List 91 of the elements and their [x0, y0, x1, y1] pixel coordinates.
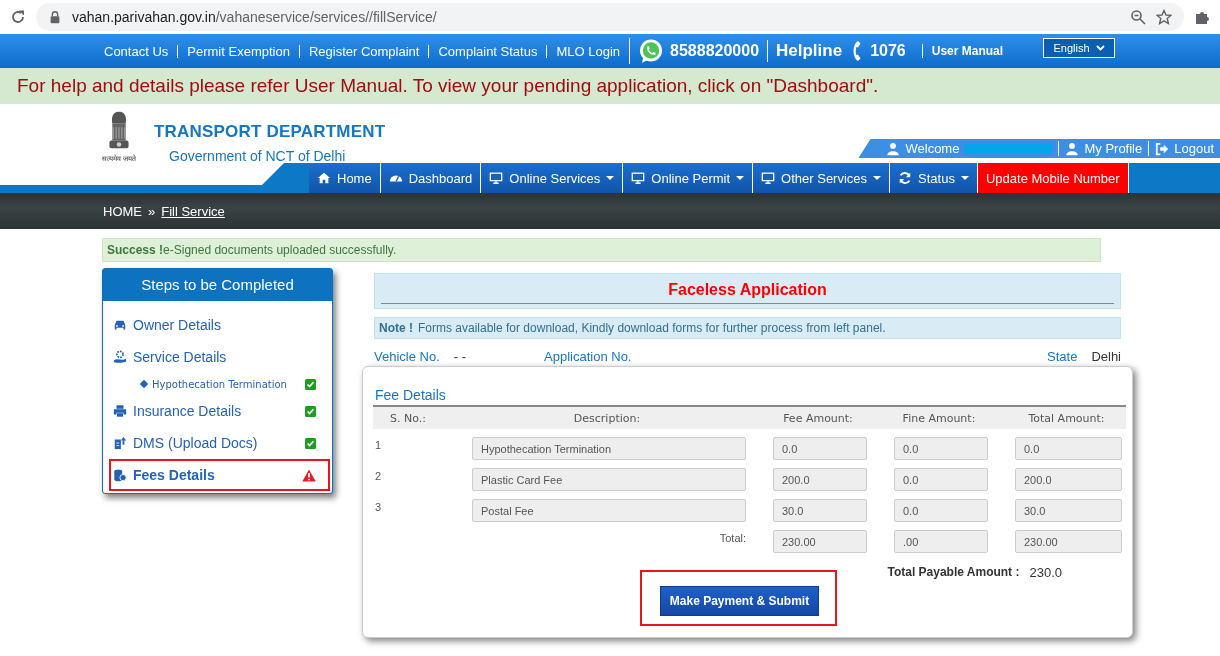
nav-item[interactable]: Home [309, 163, 381, 193]
fine-field[interactable]: 0.0 [894, 437, 988, 460]
car-icon [113, 318, 127, 332]
column-header: Total Amount: [1027, 411, 1106, 425]
fine-field[interactable]: 0.0 [894, 499, 988, 522]
top-link[interactable]: Permit Exemption [177, 44, 299, 58]
nav-item[interactable]: Online Services [481, 163, 624, 193]
user-menu-link[interactable]: Welcome [880, 141, 1059, 156]
url-text: vahan.parivahan.gov.in/vahaneservice/services//fillService/ [72, 9, 437, 25]
application-title: Faceless Application [668, 281, 827, 299]
fee-total-field[interactable]: 230.00 [773, 530, 867, 553]
grand-total-field[interactable]: 230.00 [1015, 530, 1122, 553]
steps-title: Steps to be Completed [103, 269, 332, 301]
hand-gear-icon [113, 350, 127, 364]
payable-amount: 230.0 [1029, 565, 1062, 580]
zoom-icon[interactable] [1130, 9, 1146, 25]
vehicle-label: Vehicle No. [374, 348, 440, 364]
help-banner: For help and details please refer User Manual. To view your pending application, click on "Dashboard". [0, 68, 1220, 104]
upload-icon [113, 436, 127, 450]
top-link[interactable]: Contact Us [104, 44, 178, 58]
home-icon [317, 171, 331, 185]
fee-field[interactable]: 200.0 [773, 468, 867, 491]
monitor-icon [631, 171, 646, 185]
note-alert: Note ! Forms available for download, Kindly download forms for further process from left panel. [374, 317, 1121, 339]
lock-icon [48, 10, 62, 24]
star-icon[interactable] [1156, 9, 1172, 25]
description-field[interactable]: Hypothecation Termination [472, 437, 746, 460]
helpline-number: 1076 [870, 42, 906, 60]
printer-icon [113, 404, 127, 418]
payable-label: Total Payable Amount : [887, 565, 1020, 580]
top-link[interactable]: MLO Login [546, 44, 630, 58]
nav-item[interactable]: Other Services [753, 163, 891, 193]
state-label: State [1047, 348, 1078, 364]
monitor-icon [489, 171, 504, 185]
row-number: 1 [375, 438, 383, 453]
row-number: 2 [375, 469, 383, 484]
fee-field[interactable]: 0.0 [773, 437, 867, 460]
user-menu-link[interactable]: My Profile [1058, 141, 1149, 156]
application-label: Application No. [544, 348, 632, 364]
language-select[interactable]: English [1043, 38, 1115, 58]
coins-icon [113, 468, 127, 482]
reload-icon[interactable] [10, 9, 26, 25]
logout-icon [1155, 141, 1170, 156]
step-item[interactable]: Fees Details [109, 459, 330, 491]
total-field[interactable]: 0.0 [1015, 437, 1122, 460]
description-field[interactable]: Postal Fee [472, 499, 746, 522]
substep-item[interactable]: Hypothecation Termination [109, 373, 330, 395]
state-value: Delhi [1091, 348, 1121, 364]
refresh-icon [898, 171, 913, 185]
puzzle-icon[interactable] [1194, 9, 1210, 25]
breadcrumb-separator: » [148, 203, 156, 219]
nav-item[interactable]: Dashboard [380, 163, 482, 193]
whatsapp-number: 8588820000 [670, 42, 760, 60]
fee-title: Fee Details [375, 386, 447, 405]
user-icon [886, 141, 901, 156]
vehicle-value: - - [453, 348, 467, 364]
top-link[interactable]: Register Complaint [298, 44, 429, 58]
column-header: S. No.: [389, 411, 427, 425]
nav-item[interactable]: Update Mobile Number [977, 163, 1129, 193]
step-item[interactable]: Service Details [109, 341, 330, 373]
department-title: TRANSPORT DEPARTMENT [154, 122, 386, 142]
caret-icon [1095, 45, 1105, 51]
helpline-label: Helpline [776, 41, 843, 61]
nav-item[interactable]: Online Permit [623, 163, 754, 193]
description-field[interactable]: Plastic Card Fee [472, 468, 746, 491]
fine-total-field[interactable]: .00 [894, 530, 988, 553]
column-header: Description: [572, 411, 642, 425]
step-item[interactable]: Insurance Details [109, 395, 330, 427]
user-icon [1065, 141, 1080, 156]
breadcrumb-home[interactable]: HOME [103, 203, 142, 219]
fine-field[interactable]: 0.0 [894, 468, 988, 491]
address-bar[interactable]: vahan.parivahan.gov.in/vahaneservice/services//fillService/ [36, 3, 1184, 31]
breadcrumb-current[interactable]: Fill Service [161, 203, 225, 219]
total-field[interactable]: 200.0 [1015, 468, 1122, 491]
fee-field[interactable]: 30.0 [773, 499, 867, 522]
top-link[interactable]: Complaint Status [428, 44, 547, 58]
column-header: Fine Amount: [901, 411, 977, 425]
user-menu-link[interactable]: Logout [1148, 141, 1220, 156]
user-manual-link[interactable]: User Manual [921, 44, 1004, 58]
row-number: 3 [375, 500, 383, 515]
submit-button[interactable]: Make Payment & Submit [659, 586, 820, 616]
step-item[interactable]: Owner Details [109, 309, 330, 341]
success-alert: Success !e-Signed documents uploaded successfully. [102, 238, 1101, 262]
department-subtitle: Government of NCT of Delhi [169, 148, 347, 164]
nav-item[interactable]: Status [890, 163, 978, 193]
column-header: Fee Amount: [782, 411, 854, 425]
whatsapp-icon [638, 38, 665, 64]
total-field[interactable]: 30.0 [1015, 499, 1122, 522]
monitor-icon [761, 171, 776, 185]
total-label: Total: [718, 531, 746, 546]
step-item[interactable]: DMS (Upload Docs) [109, 427, 330, 459]
